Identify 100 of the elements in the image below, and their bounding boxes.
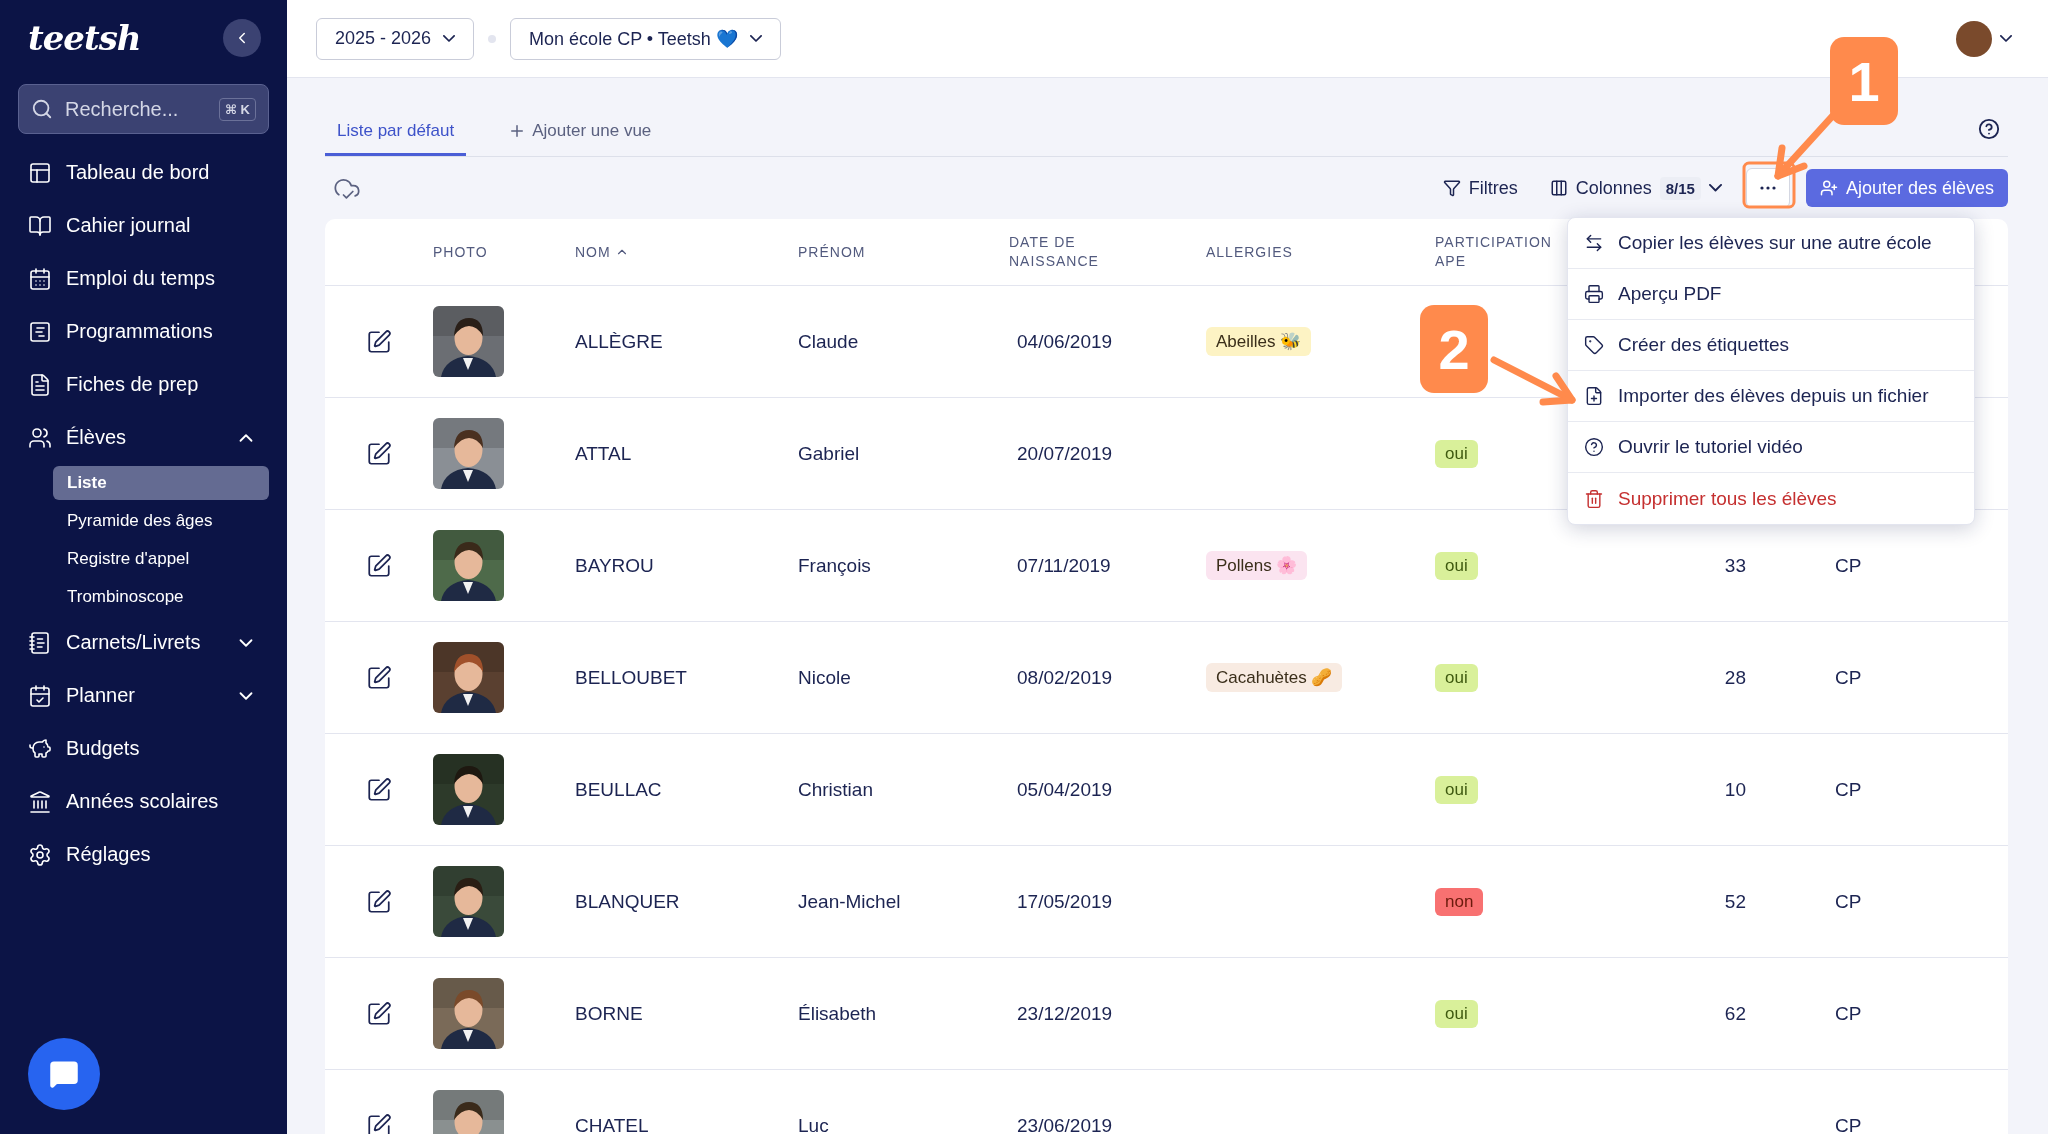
column-header[interactable]: DATE DE NAISSANCE: [1009, 233, 1159, 271]
search-field[interactable]: Recherche... ⌘ K: [18, 84, 269, 134]
nav-subitem[interactable]: Trombinoscope: [53, 580, 269, 614]
table-cell-text: 23/06/2019: [1016, 1114, 1114, 1134]
columns-button[interactable]: Colonnes 8/15: [1541, 170, 1730, 206]
button-label: Colonnes: [1575, 177, 1652, 199]
menu-label: Copier les élèves sur une autre école: [1618, 232, 1932, 254]
school-select[interactable]: Mon école CP • Teetsh 💙: [510, 17, 781, 60]
edit-button[interactable]: [366, 888, 392, 915]
table-cell-text: CP: [1834, 1114, 1863, 1134]
help-button[interactable]: [1978, 118, 2000, 140]
nav-item[interactable]: Années scolaires: [18, 775, 269, 828]
menu-icon: [1584, 233, 1604, 253]
table-cell-text: ALLÈGRE: [575, 330, 664, 353]
table-cell-text: CP: [1834, 778, 1863, 801]
column-header[interactable]: ALLERGIES: [1206, 242, 1356, 262]
view-tab[interactable]: Liste par défaut: [325, 121, 467, 156]
edit-icon: [366, 888, 392, 915]
menu-item[interactable]: Créer des étiquettes: [1568, 320, 1974, 371]
table-cell-text: CHATEL: [575, 1114, 650, 1134]
callout-badge: 2: [1420, 305, 1488, 393]
count-badge: 8/15: [1659, 176, 1701, 200]
table-cell-text: 17/05/2019: [1016, 890, 1114, 913]
columns-icon: [1549, 179, 1568, 197]
nav-item[interactable]: Planner: [18, 669, 269, 722]
menu-item[interactable]: Copier les élèves sur une autre école: [1568, 218, 1974, 269]
table-cell-text: 28: [1723, 666, 1747, 689]
table-cell-text: 08/02/2019: [1016, 666, 1114, 689]
filters-button[interactable]: Filtres: [1434, 171, 1526, 205]
nav-icon: [28, 683, 52, 708]
column-header[interactable]: PRÉNOM: [798, 242, 948, 262]
edit-button[interactable]: [366, 440, 392, 467]
nav-item[interactable]: Budgets: [18, 722, 269, 775]
column-header[interactable]: NOM: [575, 242, 725, 262]
table-cell-text: 62: [1723, 1002, 1747, 1025]
search-input[interactable]: Recherche...: [63, 96, 209, 122]
nav-icon: [28, 630, 52, 655]
add-students-button[interactable]: Ajouter des élèves: [1805, 169, 2008, 207]
nav-item[interactable]: Tableau de bord: [18, 146, 269, 199]
edit-icon: [366, 328, 392, 355]
nav-icon: [28, 266, 52, 291]
menu-icon: [1584, 437, 1604, 457]
collapse-button[interactable]: [223, 19, 261, 57]
nav-icon: [28, 213, 52, 238]
menu-icon: [1584, 488, 1604, 509]
edit-button[interactable]: [366, 328, 392, 355]
table-cell-text: 23/12/2019: [1016, 1002, 1114, 1025]
year-select[interactable]: 2025 - 2026: [316, 17, 475, 60]
nav-subitem[interactable]: Registre d'appel: [53, 542, 269, 576]
chevron-down-icon: [443, 35, 456, 42]
allergy-tag: Pollens 🌸: [1206, 551, 1308, 580]
edit-button[interactable]: [366, 552, 392, 579]
nav-item[interactable]: Programmations: [18, 305, 269, 358]
chat-icon: [49, 1059, 79, 1089]
table-cell-text: Jean-Michel: [798, 890, 902, 913]
menu-label: Ouvrir le tutoriel vidéo: [1618, 436, 1803, 458]
highlight-frame: [1742, 161, 1796, 209]
menu-label: Importer des élèves depuis un fichier: [1618, 385, 1929, 407]
nav-item[interactable]: Fiches de prep: [18, 358, 269, 411]
nav-item[interactable]: Emploi du temps: [18, 252, 269, 305]
table-cell-text: Luc: [798, 1114, 830, 1134]
menu-item[interactable]: Supprimer tous les élèves: [1568, 473, 1974, 524]
edit-button[interactable]: [366, 776, 392, 803]
edit-icon: [366, 1112, 392, 1134]
menu-item[interactable]: Aperçu PDF: [1568, 269, 1974, 320]
nav-icon: [28, 372, 52, 397]
table-cell-text: CP: [1834, 554, 1863, 577]
nav-icon: [28, 736, 52, 761]
nav-icon: [28, 160, 52, 185]
user-plus-icon: [1819, 179, 1838, 197]
search-icon: [31, 98, 53, 120]
menu-item[interactable]: Importer des élèves depuis un fichier: [1568, 371, 1974, 422]
participation-tag: oui: [1435, 775, 1478, 804]
menu-label: Supprimer tous les élèves: [1618, 487, 1837, 510]
nav-subitem[interactable]: Pyramide des âges: [53, 504, 269, 538]
table-cell-text: Christian: [798, 778, 874, 801]
callout-badge: 1: [1830, 37, 1898, 125]
nav-item[interactable]: Cahier journal: [18, 199, 269, 252]
separator-dot: [488, 34, 497, 43]
column-header[interactable]: PHOTO: [433, 242, 575, 262]
nav-icon: [28, 842, 52, 867]
table-cell-text: François: [798, 554, 872, 577]
table-cell-text: BORNE: [575, 1002, 644, 1025]
table-cell-text: 07/11/2019: [1016, 554, 1112, 577]
nav-item[interactable]: Carnets/Livrets: [18, 616, 269, 669]
nav-item[interactable]: Élèves: [18, 411, 269, 464]
edit-button[interactable]: [366, 1000, 392, 1027]
nav-item[interactable]: Réglages: [18, 828, 269, 881]
nav-subitem[interactable]: Liste: [53, 466, 269, 500]
table-cell-text: 04/06/2019: [1016, 330, 1114, 353]
menu-label: Aperçu PDF: [1618, 283, 1722, 305]
edit-button[interactable]: [366, 1112, 392, 1134]
edit-button[interactable]: [366, 664, 392, 691]
edit-icon: [366, 440, 392, 467]
table-cell-text: 05/04/2019: [1016, 778, 1114, 801]
logo: teetsh: [28, 18, 141, 58]
table-cell-text: BAYROU: [575, 554, 655, 577]
menu-item[interactable]: Ouvrir le tutoriel vidéo: [1568, 422, 1974, 473]
add-view-button[interactable]: Ajouter une vue: [496, 121, 664, 156]
table-cell-text: Élisabeth: [798, 1002, 878, 1025]
